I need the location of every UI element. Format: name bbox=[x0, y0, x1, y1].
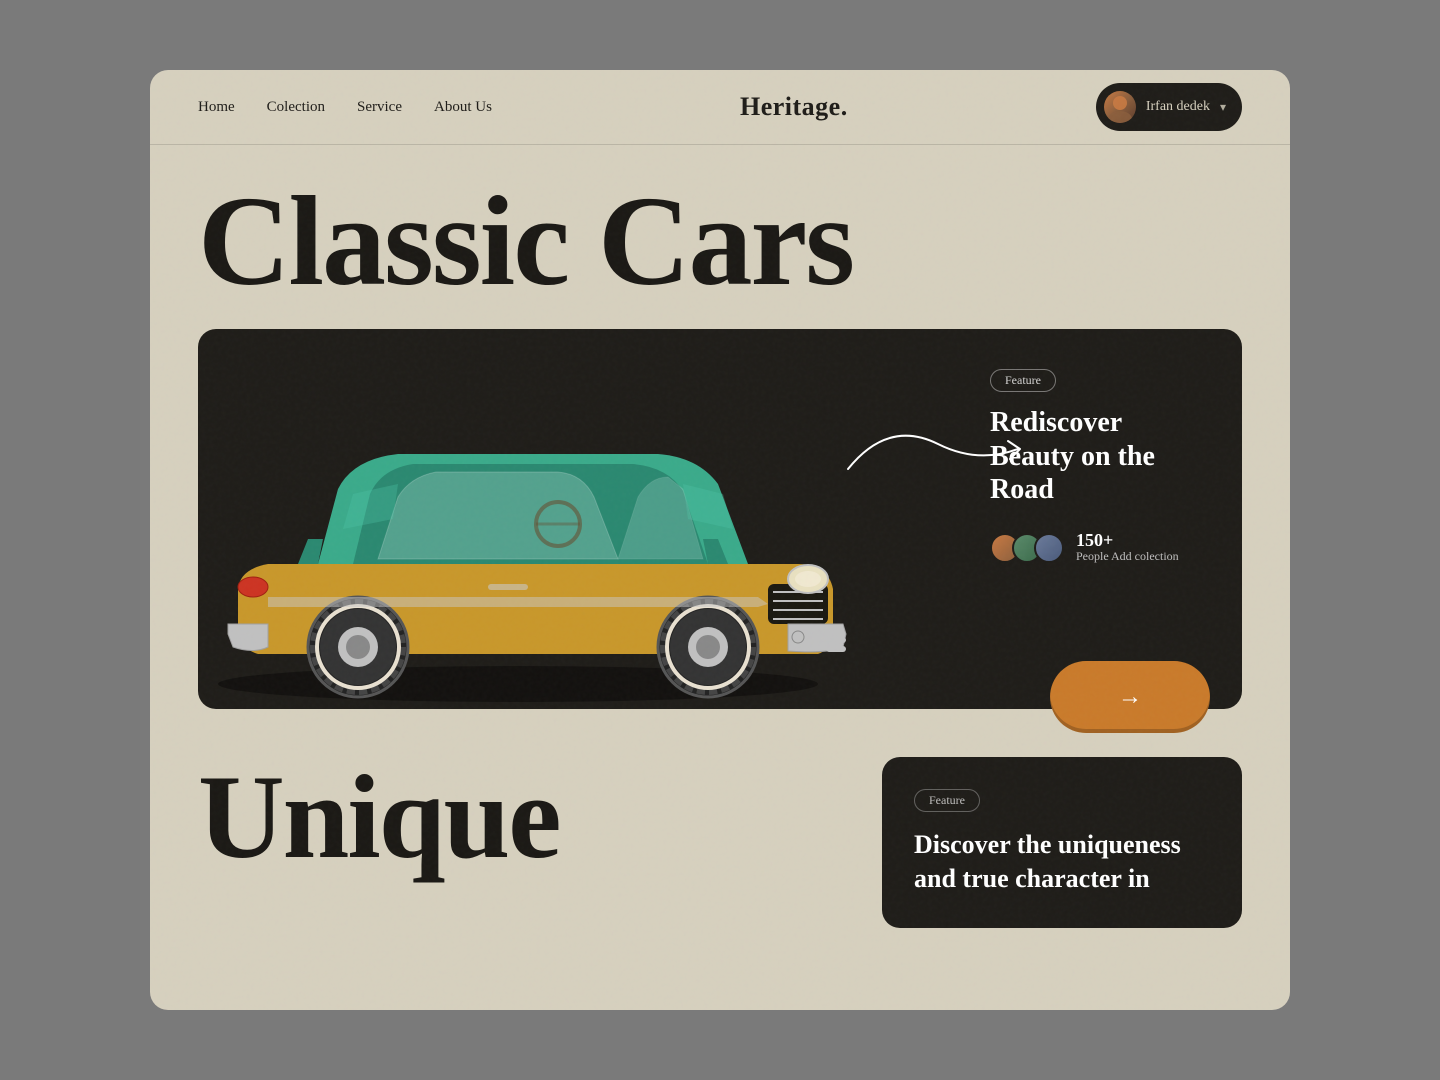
people-info: 150+ People Add colection bbox=[1076, 531, 1179, 565]
nav-links: Home Colection Service About Us bbox=[198, 99, 492, 116]
navbar: Home Colection Service About Us Heritage… bbox=[150, 70, 1290, 145]
main-content: Classic Cars bbox=[150, 145, 1290, 928]
bottom-card: Feature Discover the uniqueness and true… bbox=[882, 757, 1242, 928]
cta-arrow-icon: → bbox=[1118, 684, 1142, 711]
showcase: Feature Rediscover Beauty on the Road 15… bbox=[198, 329, 1242, 709]
feature-card: Feature Rediscover Beauty on the Road 15… bbox=[990, 369, 1210, 564]
hero-title: Classic Cars bbox=[198, 177, 1242, 305]
nav-collection[interactable]: Colection bbox=[267, 99, 325, 116]
bottom-title: Unique bbox=[198, 757, 842, 877]
feature-badge: Feature bbox=[990, 369, 1056, 392]
nav-home[interactable]: Home bbox=[198, 99, 235, 116]
nav-service[interactable]: Service bbox=[357, 99, 402, 116]
cta-button[interactable]: → bbox=[1050, 661, 1210, 733]
browser-window: Home Colection Service About Us Heritage… bbox=[150, 70, 1290, 1010]
bottom-badge: Feature bbox=[914, 789, 980, 812]
people-sublabel: colection bbox=[1135, 549, 1179, 563]
avatar-3 bbox=[1034, 533, 1064, 563]
nav-about[interactable]: About Us bbox=[434, 99, 492, 116]
avatar bbox=[1104, 91, 1136, 123]
logo[interactable]: Heritage. bbox=[740, 92, 848, 122]
chevron-down-icon: ▾ bbox=[1220, 100, 1226, 115]
bottom-section: Unique Feature Discover the uniqueness a… bbox=[198, 757, 1242, 928]
people-avatars bbox=[990, 533, 1064, 563]
classic-car-svg bbox=[178, 329, 878, 709]
people-row: 150+ People Add colection bbox=[990, 531, 1210, 565]
bottom-card-title: Discover the uniqueness and true charact… bbox=[914, 828, 1210, 896]
user-badge[interactable]: Irfan dedek ▾ bbox=[1096, 83, 1242, 131]
user-name: Irfan dedek bbox=[1146, 99, 1210, 115]
car-container bbox=[178, 329, 878, 709]
feature-title: Rediscover Beauty on the Road bbox=[990, 406, 1210, 507]
people-label: People Add bbox=[1076, 549, 1132, 563]
people-count: 150+ bbox=[1076, 531, 1179, 549]
